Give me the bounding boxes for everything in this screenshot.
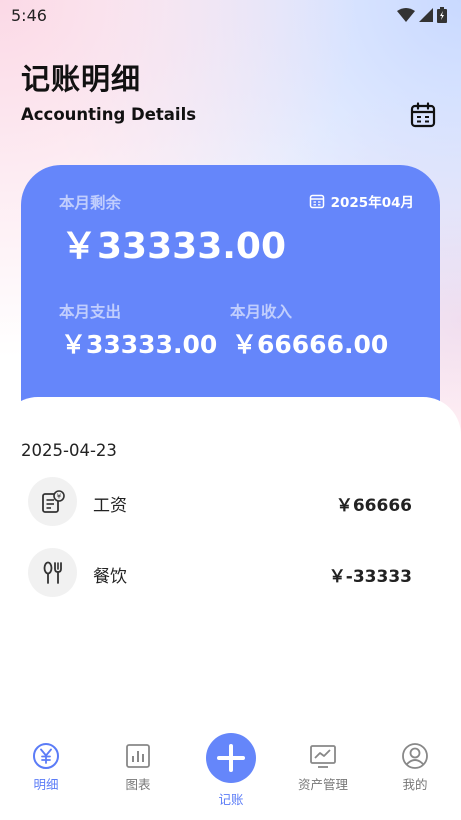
svg-text:¥: ¥ [56, 492, 61, 500]
profile-icon [402, 743, 428, 769]
tab-assets[interactable]: 资产管理 [283, 742, 363, 793]
asset-icon [310, 745, 336, 768]
battery-icon [437, 7, 447, 23]
add-record-button[interactable] [206, 733, 256, 783]
add-record-label: 记账 [218, 792, 244, 807]
income-value: ￥66666.00 [232, 330, 389, 359]
calendar-icon [410, 102, 436, 128]
status-time: 5:46 [11, 6, 47, 25]
signal-icon [419, 8, 433, 22]
list-item[interactable]: ¥ 工资 ￥66666 [28, 477, 416, 527]
tab-profile[interactable]: 我的 [375, 742, 455, 793]
remain-value: ￥33333.00 [61, 226, 287, 267]
chart-icon [126, 744, 150, 768]
expense-label: 本月支出 [59, 303, 122, 321]
tab-label: 资产管理 [297, 777, 348, 792]
bottom-tab-bar: 明细 图表 记账 资产管理 我的 [0, 728, 461, 820]
calendar-button[interactable] [408, 100, 438, 130]
plus-icon [217, 744, 245, 772]
income-label: 本月收入 [230, 303, 293, 321]
dining-icon [28, 548, 77, 597]
list-item-amount: ￥66666 [335, 496, 412, 516]
expense-value: ￥33333.00 [61, 330, 218, 359]
tab-chart[interactable]: 图表 [98, 742, 178, 793]
date-header: 2025-04-23 [21, 441, 117, 460]
status-bar: 5:46 [0, 0, 461, 32]
list-item-amount: ￥-33333 [328, 567, 412, 587]
wifi-icon [397, 8, 415, 22]
summary-card: 本月剩余 2025年04月 ￥33333.00 本月支出 本月收入 ￥33333… [21, 165, 440, 415]
tab-label: 明细 [33, 777, 59, 792]
status-icons [397, 7, 447, 23]
list-item[interactable]: 餐饮 ￥-33333 [28, 548, 416, 598]
tab-details[interactable]: 明细 [6, 742, 86, 793]
calendar-small-icon [309, 194, 324, 209]
yen-icon [33, 743, 59, 769]
page-title: 记账明细 [21, 62, 142, 96]
salary-icon: ¥ [28, 477, 77, 526]
month-selector[interactable]: 2025年04月 [309, 191, 414, 211]
month-label: 2025年04月 [330, 195, 414, 211]
tab-label: 图表 [125, 777, 151, 792]
remain-label: 本月剩余 [59, 194, 122, 212]
list-item-name: 餐饮 [93, 567, 127, 587]
tab-label: 我的 [402, 777, 428, 792]
list-item-name: 工资 [93, 496, 127, 516]
page-subtitle: Accounting Details [21, 105, 197, 124]
